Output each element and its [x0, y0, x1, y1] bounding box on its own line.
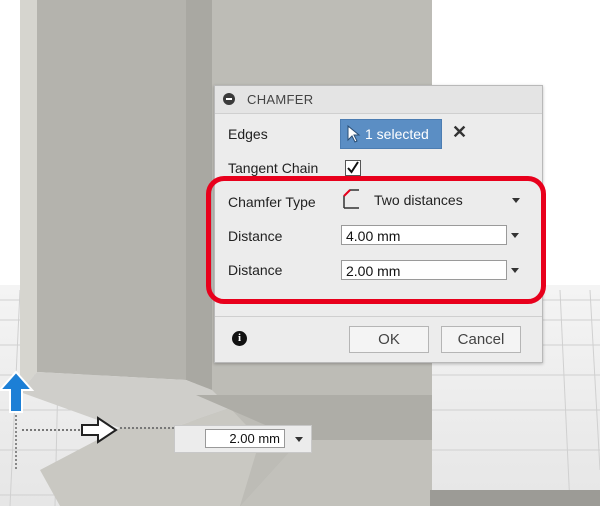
cursor-icon — [347, 125, 361, 143]
manipulator-value-input[interactable]: 2.00 mm — [205, 429, 285, 448]
tangent-chain-checkbox[interactable] — [345, 160, 361, 176]
info-icon[interactable]: i — [232, 331, 247, 346]
checkmark-icon — [347, 161, 359, 174]
tangent-chain-label: Tangent Chain — [228, 160, 319, 176]
model-front-plate — [20, 0, 212, 392]
dialog-title: CHAMFER — [247, 92, 314, 107]
manipulator-dropdown-icon[interactable] — [295, 437, 303, 442]
edges-select-button[interactable]: 1 selected — [340, 119, 442, 149]
edges-selection-text: 1 selected — [365, 126, 429, 142]
dialog-divider — [215, 316, 542, 317]
ok-button[interactable]: OK — [349, 326, 429, 353]
collapse-icon[interactable] — [223, 93, 235, 105]
dialog-header[interactable]: CHAMFER — [215, 86, 542, 114]
highlight-outline — [206, 176, 546, 304]
clear-selection-icon[interactable]: ✕ — [452, 122, 467, 143]
edges-label: Edges — [228, 126, 268, 142]
cancel-button[interactable]: Cancel — [441, 326, 521, 353]
manipulator-value-box: 2.00 mm — [174, 425, 312, 453]
